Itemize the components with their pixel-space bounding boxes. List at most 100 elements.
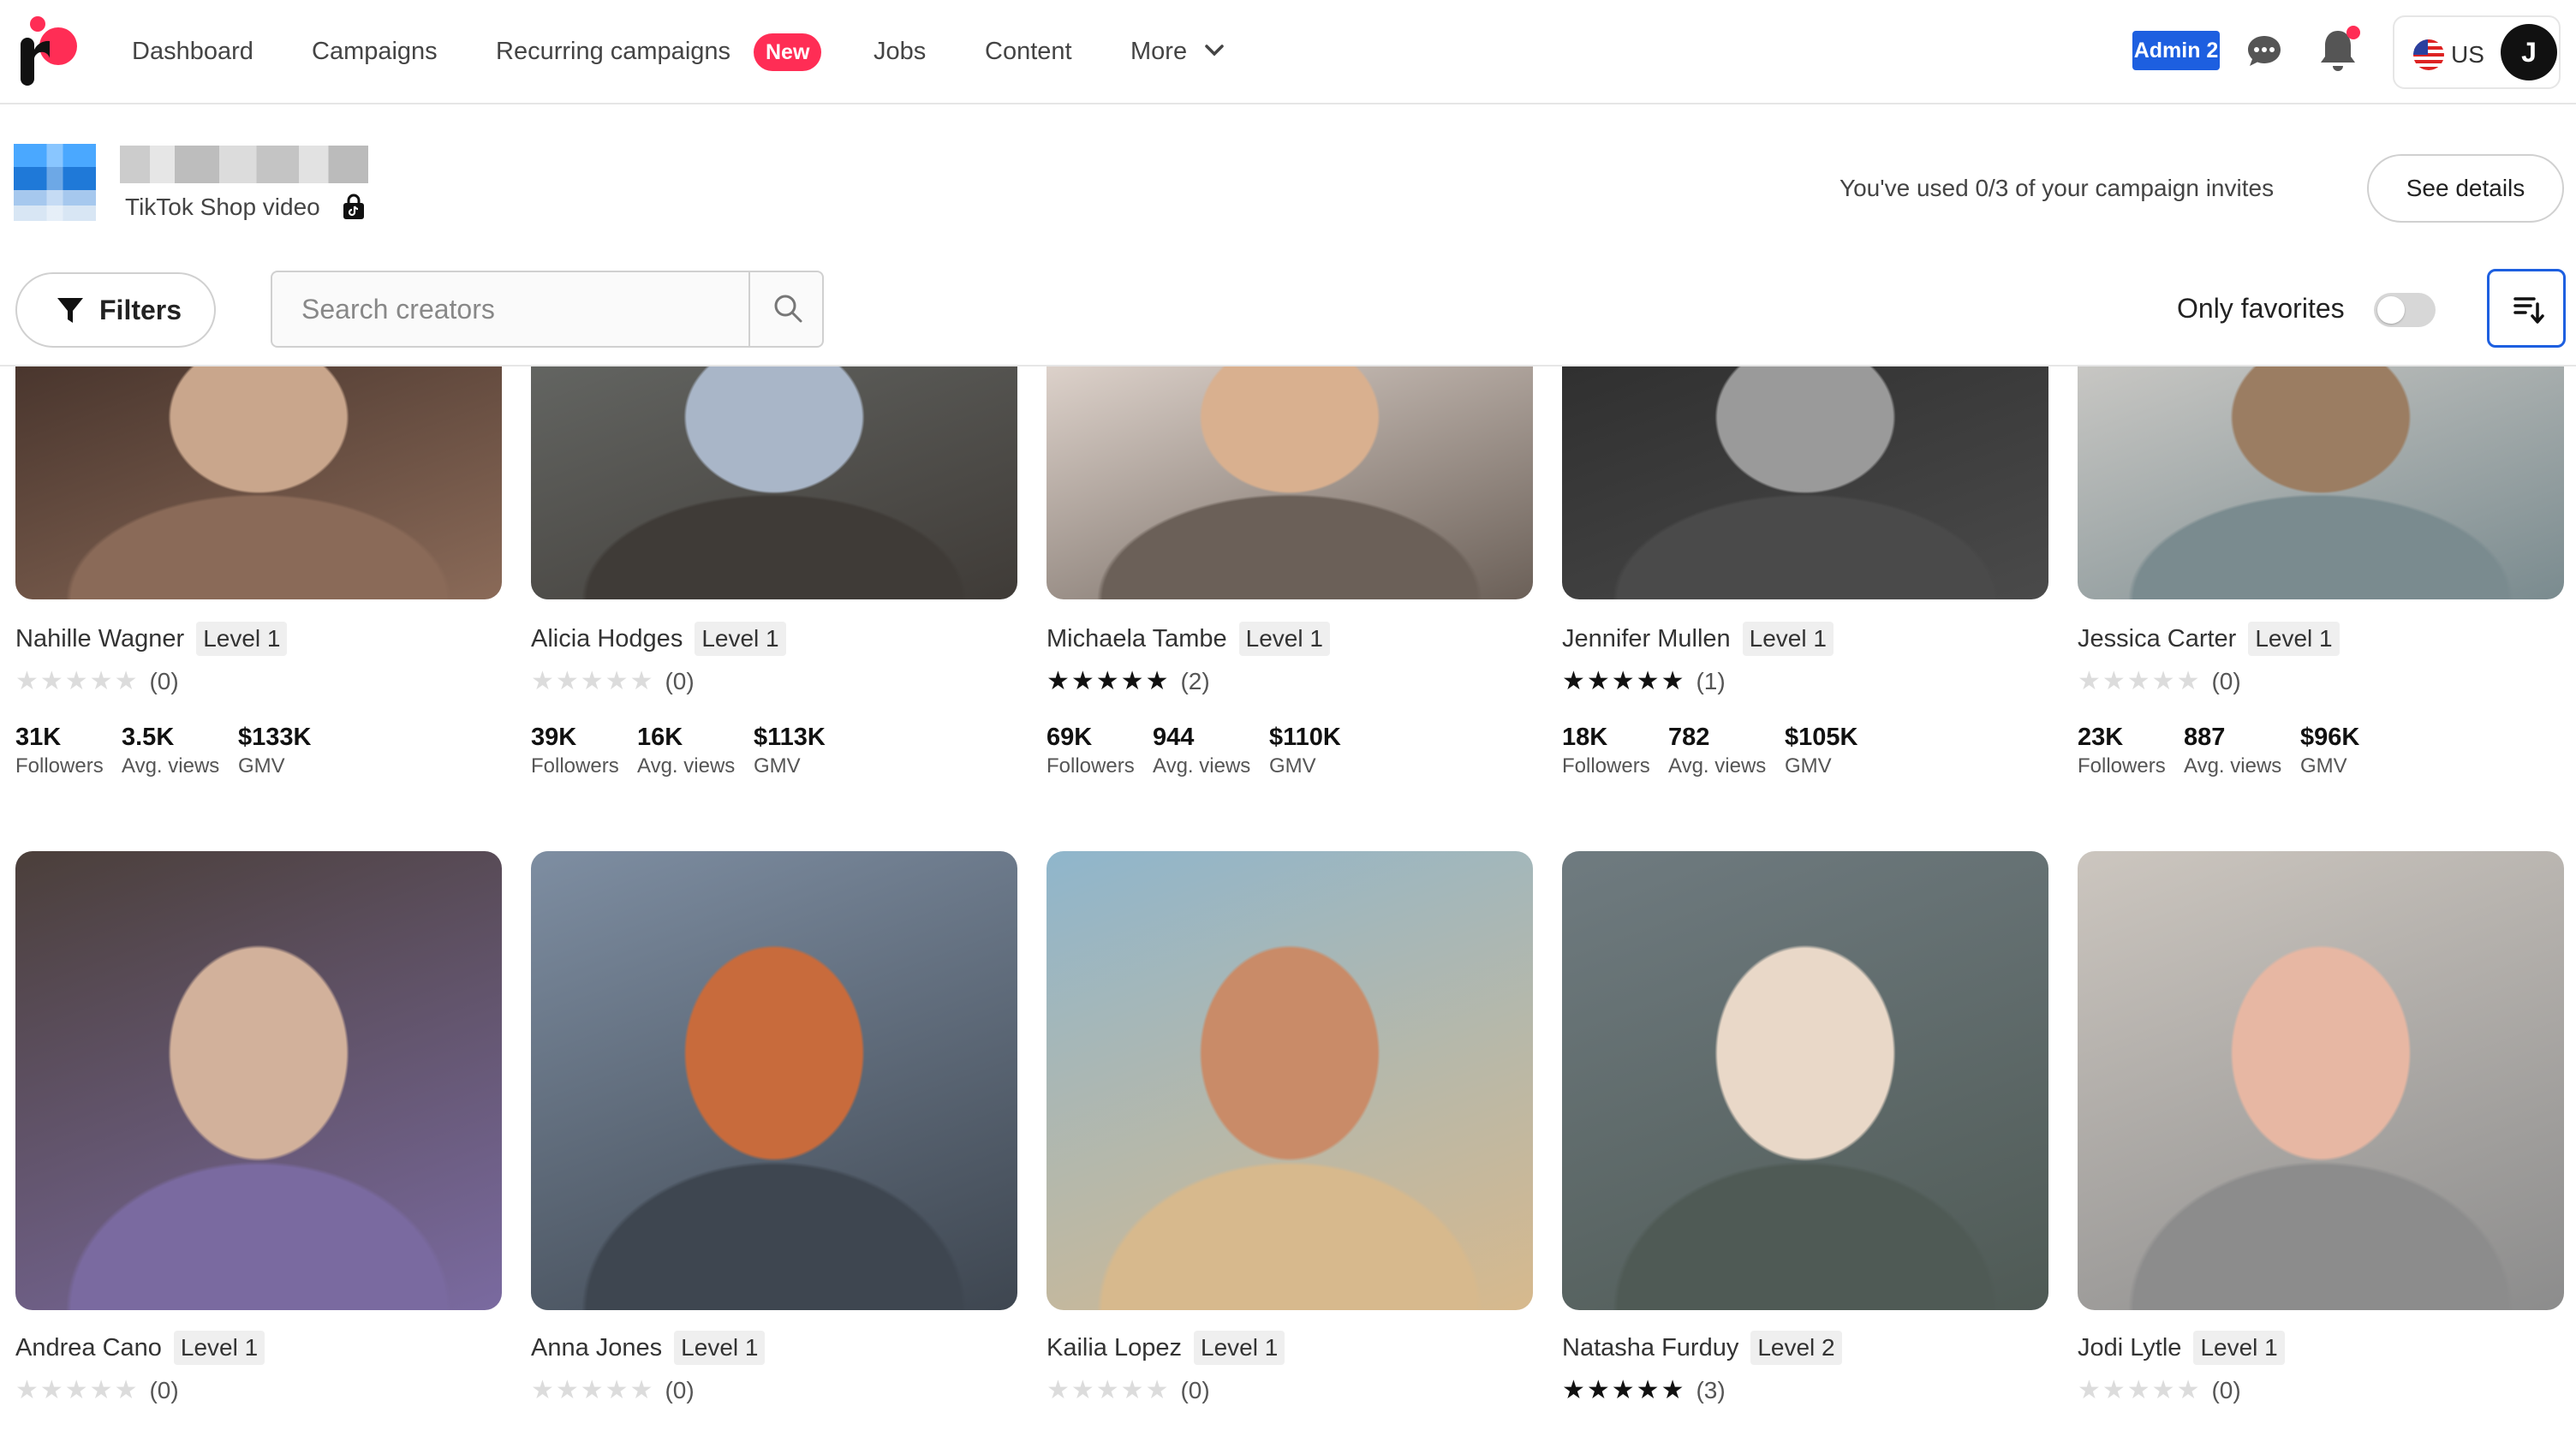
chevron-down-icon[interactable]	[1204, 43, 1225, 58]
creator-rating: ★★★★★ (0)	[2078, 1375, 2241, 1406]
nav-recurring-campaigns[interactable]: Recurring campaigns	[496, 34, 730, 69]
review-count: (0)	[665, 668, 695, 694]
creator-level-badge: Level 1	[1194, 1331, 1285, 1365]
creator-name[interactable]: Michaela Tambe	[1046, 625, 1227, 652]
stat-value: 23K	[2078, 724, 2124, 751]
creator-photo[interactable]	[1046, 851, 1533, 1310]
star-icon: ★★★★★	[15, 667, 140, 695]
creator-name-row: Jessica Carter Level 1	[2078, 620, 2340, 658]
nav-content[interactable]: Content	[985, 34, 1072, 69]
sort-button[interactable]	[2487, 269, 2566, 348]
creator-name[interactable]: Nahille Wagner	[15, 625, 184, 652]
search-input[interactable]	[272, 272, 748, 346]
stat-label: Followers	[1046, 754, 1135, 778]
stat-followers: 39K Followers	[531, 721, 619, 779]
stat-value: 887	[2184, 724, 2226, 751]
stat-label: Avg. views	[122, 754, 220, 778]
star-icon: ★★★★★	[15, 1376, 140, 1404]
review-count: (0)	[665, 1377, 695, 1403]
creator-name-row: Natasha Furduy Level 2	[1562, 1329, 1842, 1367]
creator-name-row: Jennifer Mullen Level 1	[1562, 620, 1834, 658]
creator-rating: ★★★★★ (0)	[2078, 666, 2241, 697]
creator-rating: ★★★★★ (2)	[1046, 666, 1210, 697]
stat-value: $105K	[1785, 724, 1858, 751]
stat-followers: 23K Followers	[2078, 721, 2166, 779]
creator-name[interactable]: Jodi Lytle	[2078, 1334, 2181, 1362]
chat-bubble-icon[interactable]	[2245, 33, 2283, 70]
stat-label: Followers	[1562, 754, 1650, 778]
creator-grid: Nahille Wagner Level 1 ★★★★★ (0) 31K Follower…	[0, 0, 2576, 1442]
creator-name[interactable]: Natasha Furduy	[1562, 1334, 1738, 1362]
creator-photo[interactable]	[531, 851, 1017, 1310]
star-icon: ★★★★★	[531, 667, 655, 695]
nav-more[interactable]: More	[1130, 34, 1187, 69]
new-badge: New	[754, 33, 822, 71]
search-button[interactable]	[748, 272, 824, 346]
star-icon: ★★★★★	[531, 1376, 655, 1404]
creator-level-badge: Level 1	[196, 622, 288, 656]
creator-name-row: Jodi Lytle Level 1	[2078, 1329, 2285, 1367]
us-flag-icon	[2413, 39, 2444, 70]
star-icon: ★★★★★	[1046, 667, 1171, 695]
brand-logo-icon[interactable]	[17, 12, 79, 89]
search-icon	[774, 295, 802, 323]
sort-icon	[2513, 297, 2544, 324]
nav-jobs[interactable]: Jobs	[874, 34, 926, 69]
stat-gmv: $133K GMV	[238, 721, 311, 779]
stat-views: 16K Avg. views	[637, 721, 735, 779]
stat-label: GMV	[2300, 754, 2347, 778]
creator-level-badge: Level 1	[674, 1331, 766, 1365]
creator-name[interactable]: Alicia Hodges	[531, 625, 683, 652]
stat-value: $96K	[2300, 724, 2360, 751]
stat-label: Avg. views	[2184, 754, 2282, 778]
creator-name-row: Nahille Wagner Level 1	[15, 620, 288, 658]
creator-rating: ★★★★★ (0)	[531, 1375, 695, 1406]
toggle-knob	[2377, 296, 2405, 324]
creator-name[interactable]: Jennifer Mullen	[1562, 625, 1731, 652]
creator-photo[interactable]	[15, 851, 502, 1310]
creator-photo[interactable]	[2078, 851, 2564, 1310]
stat-label: GMV	[754, 754, 801, 778]
creator-photo[interactable]	[1562, 851, 2048, 1310]
region-selector[interactable]: US J	[2393, 15, 2561, 89]
creator-name-row: Anna Jones Level 1	[531, 1329, 766, 1367]
admin-badge[interactable]: Admin 2	[2132, 31, 2220, 70]
creator-name[interactable]: Anna Jones	[531, 1334, 662, 1362]
only-favorites-toggle[interactable]	[2374, 293, 2436, 327]
review-count: (0)	[2211, 668, 2241, 694]
creator-rating: ★★★★★ (0)	[15, 1375, 179, 1406]
creator-name[interactable]: Jessica Carter	[2078, 625, 2236, 652]
stat-followers: 31K Followers	[15, 721, 104, 779]
stat-label: Avg. views	[1153, 754, 1251, 778]
user-avatar[interactable]: J	[2501, 24, 2557, 80]
nav-campaigns[interactable]: Campaigns	[312, 34, 438, 69]
creator-rating: ★★★★★ (1)	[1562, 666, 1726, 697]
stat-gmv: $105K GMV	[1785, 721, 1857, 779]
stat-value: $110K	[1269, 724, 1341, 751]
nav-dashboard[interactable]: Dashboard	[132, 34, 253, 69]
star-icon: ★★★★★	[2078, 1376, 2202, 1404]
stat-views: 782 Avg. views	[1668, 721, 1766, 779]
stat-views: 944 Avg. views	[1153, 721, 1250, 779]
stat-views: 3.5K Avg. views	[122, 721, 219, 779]
filter-bar: Filters Only favorites	[0, 257, 2576, 366]
stat-followers: 69K Followers	[1046, 721, 1135, 779]
stat-gmv: $110K GMV	[1269, 721, 1341, 779]
filters-label: Filters	[99, 295, 182, 325]
stat-label: GMV	[1785, 754, 1832, 778]
creator-level-badge: Level 1	[695, 622, 786, 656]
creator-name[interactable]: Andrea Cano	[15, 1334, 162, 1362]
creator-name[interactable]: Kailia Lopez	[1046, 1334, 1182, 1362]
review-count: (0)	[149, 1377, 179, 1403]
notification-dot	[2346, 26, 2360, 39]
creator-name-row: Alicia Hodges Level 1	[531, 620, 786, 658]
top-navigation: Dashboard Campaigns Recurring campaigns …	[0, 0, 2576, 104]
filters-button[interactable]: Filters	[15, 272, 216, 348]
creator-name-row: Andrea Cano Level 1	[15, 1329, 265, 1367]
stat-label: GMV	[1269, 754, 1316, 778]
region-label: US	[2451, 41, 2484, 68]
creator-rating: ★★★★★ (3)	[1562, 1375, 1726, 1406]
star-icon: ★★★★★	[1562, 667, 1686, 695]
stat-value: 3.5K	[122, 724, 175, 751]
review-count: (2)	[1180, 668, 1210, 694]
